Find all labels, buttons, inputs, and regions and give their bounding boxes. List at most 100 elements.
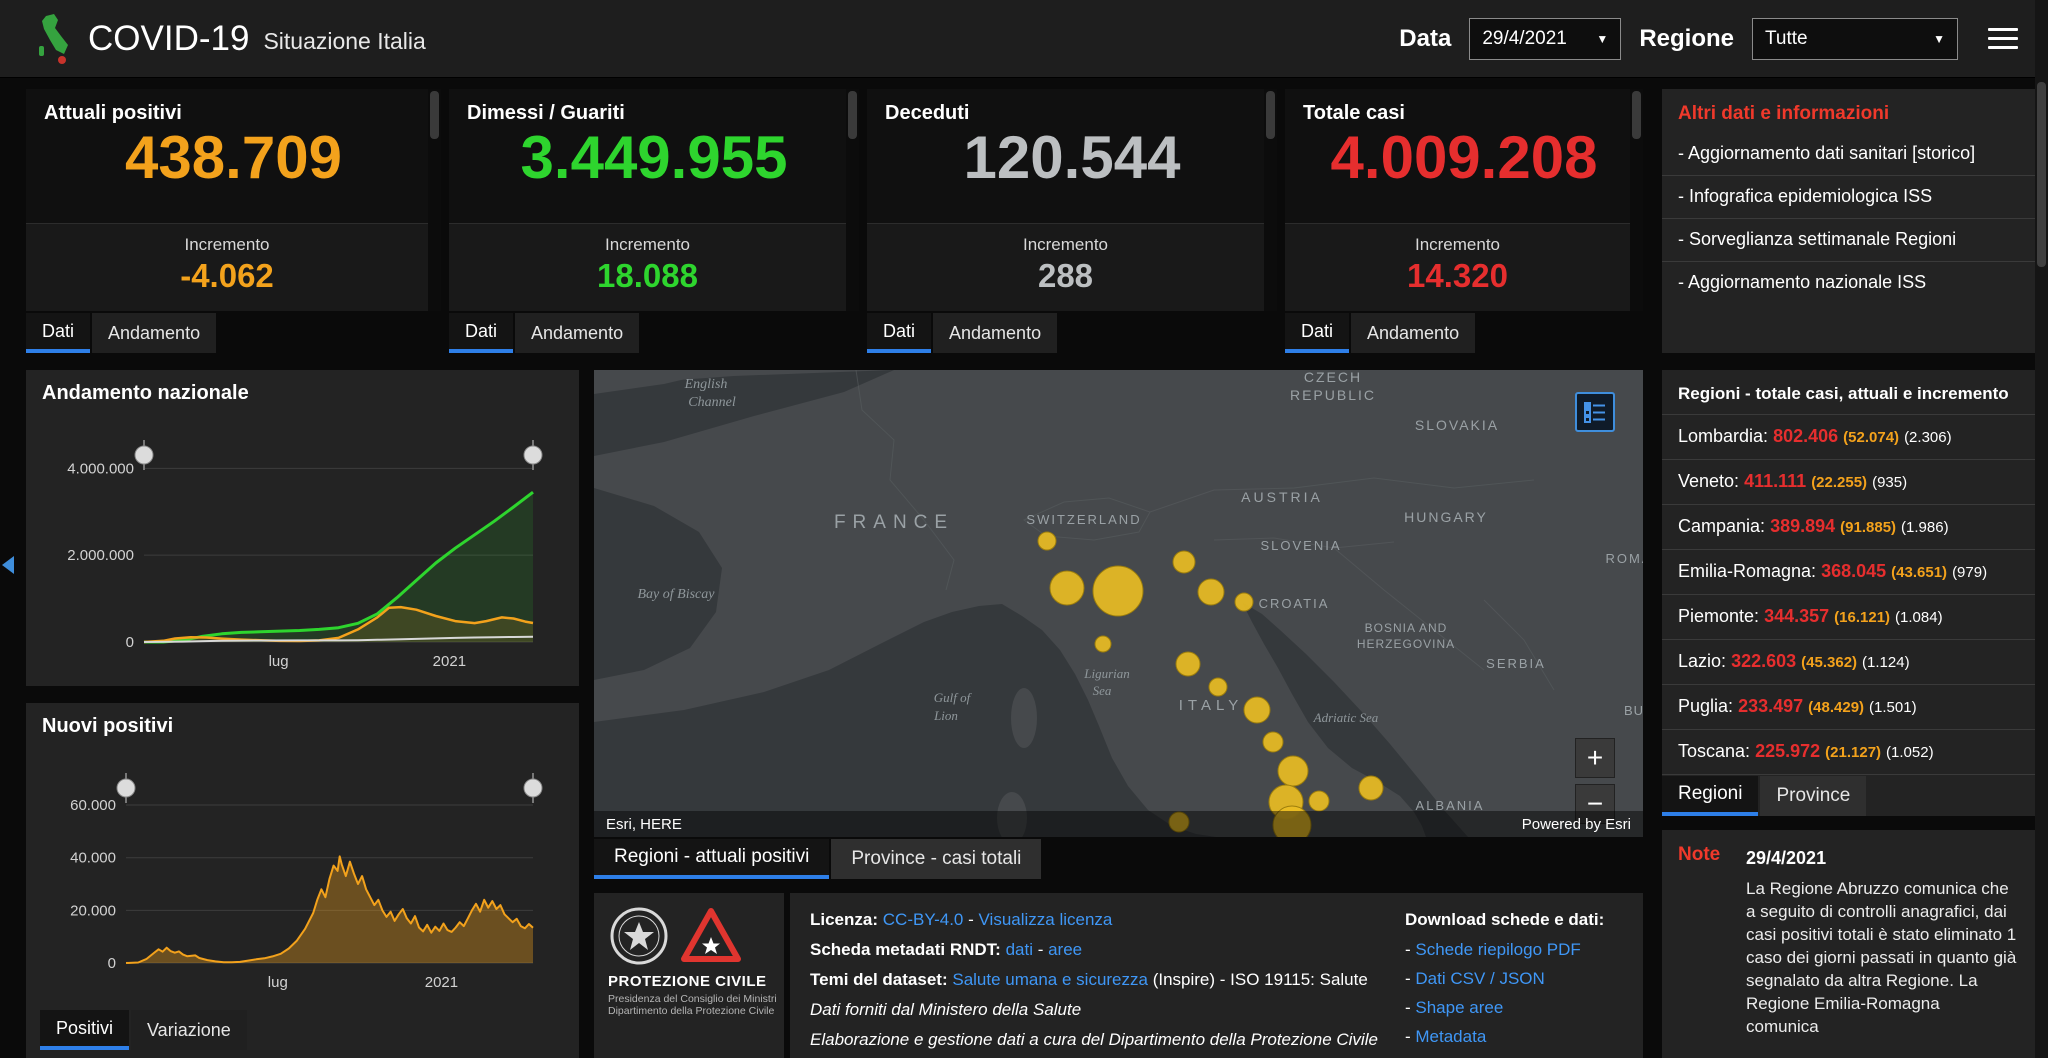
header: COVID-19 Situazione Italia Data 29/4/202…	[0, 0, 2048, 78]
card-scrollbar[interactable]	[1264, 89, 1277, 311]
tab-andamento[interactable]: Andamento	[933, 313, 1058, 353]
presidenza-emblem-icon	[610, 907, 668, 965]
tab-variazione[interactable]: Variazione	[131, 1010, 247, 1050]
region-row[interactable]: Campania: 389.894 (91.885) (1.986)	[1662, 505, 2035, 550]
map-bubble[interactable]	[1262, 731, 1284, 753]
map-bubble[interactable]	[1049, 570, 1085, 606]
andamento-nazionale-chart[interactable]: 0 2.000.000 4.000.000 lug 2021	[26, 370, 579, 686]
tab-andamento[interactable]: Andamento	[1351, 313, 1476, 353]
tab-dati[interactable]: Dati	[867, 313, 932, 353]
map-label: REPUBLIC	[1290, 387, 1376, 403]
map-bubble[interactable]	[1277, 755, 1309, 787]
corsica-land	[1011, 688, 1037, 748]
region-row[interactable]: Puglia: 233.497 (48.429) (1.501)	[1662, 685, 2035, 730]
x-tick-label: 2021	[425, 974, 458, 991]
download-link[interactable]: Metadata	[1415, 1027, 1486, 1046]
card-scrollbar[interactable]	[1630, 89, 1643, 311]
info-link-infografica-iss[interactable]: - Infografica epidemiologica ISS	[1662, 176, 2035, 219]
region-row[interactable]: Lombardia: 802.406 (52.074) (2.306)	[1662, 415, 2035, 460]
map-label: Ligurian	[1083, 666, 1130, 681]
card-scrollbar[interactable]	[428, 89, 441, 311]
region-row[interactable]: Piemonte: 344.357 (16.121) (1.084)	[1662, 595, 2035, 640]
map-bubble[interactable]	[1197, 578, 1225, 606]
salute-link[interactable]: Salute umana e sicurezza	[952, 970, 1148, 989]
map-canvas[interactable]: English Channel CZECH REPUBLIC SLOVAKIA AUSTR…	[594, 370, 1643, 837]
map-label: Channel	[688, 395, 736, 410]
map-bubble[interactable]	[1094, 635, 1112, 653]
tab-positivi[interactable]: Positivi	[40, 1010, 130, 1050]
region-increment: (1.084)	[1895, 609, 1943, 626]
download-link[interactable]: Dati CSV / JSON	[1415, 969, 1544, 988]
time-slider-handle[interactable]	[134, 445, 154, 465]
region-value: Tutte	[1765, 27, 1808, 49]
tab-andamento[interactable]: Andamento	[515, 313, 640, 353]
separator: -	[1032, 940, 1049, 959]
dati-link[interactable]: dati	[1006, 940, 1033, 959]
info-link-aggiornamento-sanitari[interactable]: - Aggiornamento dati sanitari [storico]	[1662, 133, 2035, 176]
map-bubble[interactable]	[1175, 651, 1201, 677]
time-slider-handle[interactable]	[116, 778, 136, 798]
time-slider-handle[interactable]	[523, 778, 543, 798]
tab-regioni[interactable]: Regioni	[1662, 776, 1759, 816]
page-scrollbar[interactable]	[2035, 0, 2048, 1058]
region-current: (91.885)	[1840, 519, 1897, 536]
download-link[interactable]: Shape aree	[1415, 998, 1503, 1017]
region-current: (21.127)	[1825, 744, 1882, 761]
footer-info-panel: Licenza: CC-BY-4.0 - Visualizza licenza …	[790, 893, 1643, 1058]
map-bubble[interactable]	[1172, 550, 1196, 574]
scrollbar-thumb[interactable]	[430, 91, 439, 139]
legend-button[interactable]	[1575, 392, 1615, 432]
map-label: SLOVENIA	[1260, 538, 1341, 553]
download-link[interactable]: Schede riepilogo PDF	[1415, 940, 1580, 959]
time-slider-handle[interactable]	[523, 445, 543, 465]
aree-link[interactable]: aree	[1048, 940, 1082, 959]
scrollbar-thumb[interactable]	[2037, 82, 2046, 267]
map-bubble[interactable]	[1308, 790, 1330, 812]
map-bubble[interactable]	[1234, 592, 1254, 612]
map-bubble[interactable]	[1243, 696, 1271, 724]
map-label: CZECH	[1304, 370, 1362, 385]
tab-dati[interactable]: Dati	[449, 313, 514, 353]
region-select[interactable]: Tutte ▼	[1752, 17, 1958, 60]
menu-button[interactable]	[1988, 22, 2018, 55]
region-row[interactable]: Lazio: 322.603 (45.362) (1.124)	[1662, 640, 2035, 685]
tab-regioni-attuali-positivi[interactable]: Regioni - attuali positivi	[594, 839, 830, 879]
info-link-sorveglianza-regioni[interactable]: - Sorveglianza settimanale Regioni	[1662, 219, 2035, 262]
series-fill-dimessi-guariti	[144, 492, 533, 642]
logo-caption-line2: Presidenza del Consiglio dei Ministri	[608, 993, 777, 1005]
info-link-aggiornamento-iss[interactable]: - Aggiornamento nazionale ISS	[1662, 262, 2035, 304]
region-row[interactable]: Veneto: 411.111 (22.255) (935)	[1662, 460, 2035, 505]
map-bubble[interactable]	[1092, 565, 1144, 617]
nuovi-positivi-chart[interactable]: 0 20.000 40.000 60.000 lug 2021	[26, 703, 579, 1003]
region-name: Puglia:	[1678, 696, 1734, 716]
region-row[interactable]: Emilia-Romagna: 368.045 (43.651) (979)	[1662, 550, 2035, 595]
card-value: 4.009.208	[1330, 124, 1598, 191]
scrollbar-thumb[interactable]	[1266, 91, 1275, 139]
collapse-panel-arrow-icon[interactable]	[2, 556, 14, 574]
license-link[interactable]: CC-BY-4.0	[883, 910, 964, 929]
card-scrollbar[interactable]	[846, 89, 859, 311]
themes-line: Temi del dataset: Salute umana e sicurez…	[810, 965, 1390, 995]
tab-dati[interactable]: Dati	[26, 313, 91, 353]
tab-andamento[interactable]: Andamento	[92, 313, 217, 353]
scrollbar-thumb[interactable]	[1632, 91, 1641, 139]
dash: -	[1405, 998, 1416, 1017]
increment-label: Incremento	[1414, 235, 1501, 254]
tab-province[interactable]: Province	[1760, 776, 1867, 816]
region-row[interactable]: Toscana: 225.972 (21.127) (1.052)	[1662, 730, 2035, 775]
view-license-link[interactable]: Visualizza licenza	[979, 910, 1113, 929]
date-select[interactable]: 29/4/2021 ▼	[1469, 17, 1622, 60]
tab-province-casi-totali[interactable]: Province - casi totali	[831, 839, 1042, 879]
increment-value: 18.088	[597, 257, 698, 294]
map-container[interactable]: English Channel CZECH REPUBLIC SLOVAKIA AUSTR…	[594, 370, 1643, 837]
zoom-in-button[interactable]: +	[1575, 738, 1615, 778]
region-name: Toscana:	[1678, 741, 1751, 761]
map-label: SERBIA	[1486, 656, 1546, 671]
map-bubble[interactable]	[1358, 775, 1384, 801]
map-bubble[interactable]	[1208, 677, 1228, 697]
data-source-line: Dati forniti dal Ministero della Salute	[810, 1000, 1082, 1019]
tab-dati[interactable]: Dati	[1285, 313, 1350, 353]
logo-captions: PROTEZIONE CIVILE Presidenza del Consigl…	[594, 967, 784, 1017]
map-bubble[interactable]	[1037, 531, 1057, 551]
scrollbar-thumb[interactable]	[848, 91, 857, 139]
